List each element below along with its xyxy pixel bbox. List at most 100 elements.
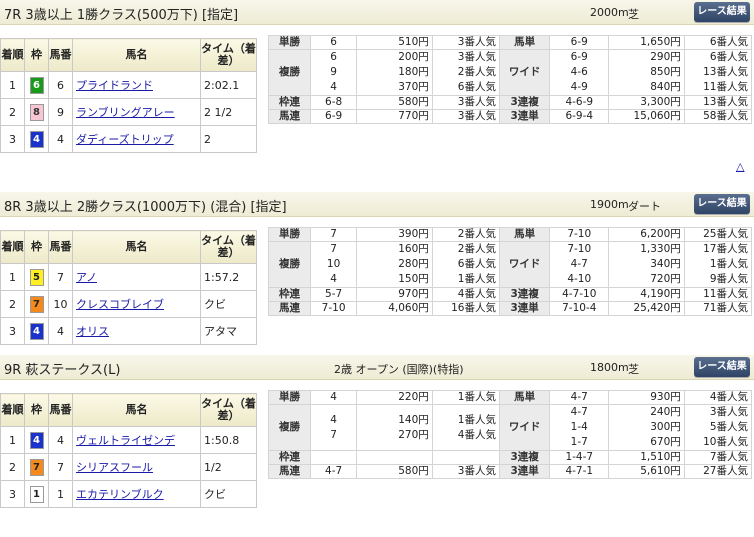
payout-row-bracket: 枠連 6-8 580円 3番人気 3連複 4-6-9 3,300円 13番人気 <box>268 95 753 110</box>
frame-badge: 4 <box>29 130 44 148</box>
finish-time: 2:02.1 <box>200 71 257 99</box>
quinella-amount: 580円 <box>356 464 433 479</box>
horse-name-link[interactable]: シリアスフール <box>76 461 153 474</box>
horse-name-link[interactable]: ダディーズトリップ <box>76 133 174 146</box>
win-combo: 7 <box>309 227 358 242</box>
frame-badge: 5 <box>29 268 44 286</box>
payout-table: 単勝 6 510円 3番人気 馬単 6-9 1,650円 6番人気 複勝 6 9… <box>268 35 753 124</box>
race-results-button[interactable]: レース結果 <box>694 357 750 377</box>
place-combos: 7 10 4 <box>309 241 358 288</box>
number-header: 馬番 <box>48 38 73 72</box>
exacta-combo: 4-7 <box>549 390 610 405</box>
trio-combo: 1-4-7 <box>549 450 610 465</box>
horse-name-cell: ダディーズトリップ <box>72 125 201 153</box>
race-distance: 1800m <box>590 361 629 374</box>
horse-name-link[interactable]: エカテリンブルク <box>76 488 164 501</box>
finish-position: 1 <box>0 263 25 291</box>
frame-badge: 4 <box>29 431 44 449</box>
wide-popularity: 17番人気 1番人気 9番人気 <box>683 241 753 288</box>
time-header: タイム（着差） <box>200 230 257 264</box>
win-amount: 510円 <box>356 35 433 50</box>
exacta-label: 馬単 <box>498 227 551 242</box>
trifecta-combo: 6-9-4 <box>549 109 610 124</box>
horse-number: 4 <box>48 317 73 345</box>
bracket-popularity: 4番人気 <box>431 287 500 302</box>
wide-popularity: 6番人気 13番人気 11番人気 <box>683 49 753 96</box>
win-combo: 4 <box>309 390 358 405</box>
win-amount: 220円 <box>356 390 433 405</box>
quinella-popularity: 3番人気 <box>431 109 500 124</box>
horse-header: 馬名 <box>72 230 201 264</box>
quinella-combo: 7-10 <box>309 301 358 316</box>
bracket-combo: 5-7 <box>309 287 358 302</box>
horse-number: 4 <box>48 125 73 153</box>
quinella-combo: 4-7 <box>309 464 358 479</box>
horse-name-cell: エカテリンブルク <box>72 480 201 508</box>
horse-number: 6 <box>48 71 73 99</box>
place-popularity: 3番人気 2番人気 6番人気 <box>431 49 500 96</box>
horse-name-link[interactable]: クレスコブレイブ <box>76 298 164 311</box>
horse-name-cell: プライドランド <box>72 71 201 99</box>
bracket-popularity <box>431 450 500 465</box>
horse-name-cell: オリス <box>72 317 201 345</box>
payout-row-win: 単勝 6 510円 3番人気 馬単 6-9 1,650円 6番人気 <box>268 35 753 50</box>
frame-badge: 6 <box>29 76 44 94</box>
payout-table: 単勝 4 220円 1番人気 馬単 4-7 930円 4番人気 複勝 4 7 1… <box>268 390 753 479</box>
horse-number: 1 <box>48 480 73 508</box>
frame-cell: 5 <box>24 263 49 291</box>
exacta-combo: 6-9 <box>549 35 610 50</box>
result-row: 2 7 10 クレスコブレイブ クビ <box>0 290 257 318</box>
finish-position: 2 <box>0 453 25 481</box>
finish-time: クビ <box>200 290 257 318</box>
finish-position: 1 <box>0 71 25 99</box>
race-title: 8R 3歳以上 2勝クラス(1000万下) (混合) [指定] <box>4 200 287 215</box>
exacta-popularity: 6番人気 <box>683 35 753 50</box>
number-header: 馬番 <box>48 393 73 427</box>
finish-header: 着順 <box>0 393 25 427</box>
race-results-button[interactable]: レース結果 <box>694 194 750 214</box>
horse-name-link[interactable]: アノ <box>76 271 97 284</box>
results-header-row: 着順 枠 馬番 馬名 タイム（着差） <box>0 393 257 427</box>
payout-row-win: 単勝 7 390円 2番人気 馬単 7-10 6,200円 25番人気 <box>268 227 753 242</box>
trifecta-popularity: 71番人気 <box>683 301 753 316</box>
trifecta-combo: 7-10-4 <box>549 301 610 316</box>
win-combo: 6 <box>309 35 358 50</box>
win-label: 単勝 <box>268 35 311 50</box>
horse-name-link[interactable]: オリス <box>76 325 109 338</box>
exacta-combo: 7-10 <box>549 227 610 242</box>
trio-popularity: 11番人気 <box>683 287 753 302</box>
payout-table: 単勝 7 390円 2番人気 馬単 7-10 6,200円 25番人気 複勝 7… <box>268 227 753 316</box>
race-results-button[interactable]: レース結果 <box>694 2 750 22</box>
exacta-amount: 6,200円 <box>608 227 685 242</box>
trio-label: 3連複 <box>498 287 551 302</box>
finish-header: 着順 <box>0 38 25 72</box>
payout-row-quinella: 馬連 6-9 770円 3番人気 3連単 6-9-4 15,060円 58番人気 <box>268 109 753 124</box>
horse-name-cell: アノ <box>72 263 201 291</box>
trio-combo: 4-6-9 <box>549 95 610 110</box>
trifecta-amount: 5,610円 <box>608 464 685 479</box>
quinella-combo: 6-9 <box>309 109 358 124</box>
scroll-up-icon[interactable]: △ <box>736 160 744 173</box>
win-popularity: 1番人気 <box>431 390 500 405</box>
frame-badge: 1 <box>29 485 44 503</box>
quinella-amount: 4,060円 <box>356 301 433 316</box>
results-header-row: 着順 枠 馬番 馬名 タイム（着差） <box>0 38 257 72</box>
finish-position: 3 <box>0 317 25 345</box>
results-table: 着順 枠 馬番 馬名 タイム（着差） 1 4 4 ヴェルトライゼンデ 1:50.8 27… <box>0 393 257 508</box>
horse-name-link[interactable]: ランブリングアレー <box>76 106 175 119</box>
frame-header: 枠 <box>24 230 49 264</box>
trifecta-popularity: 27番人気 <box>683 464 753 479</box>
race-header: 7R 3歳以上 1勝クラス(500万下) [指定] 2000m 芝 レース結果 <box>0 0 754 25</box>
finish-time: 1:50.8 <box>200 426 257 454</box>
finish-time: 1/2 <box>200 453 257 481</box>
race-surface: ダート <box>628 200 661 213</box>
horse-name-link[interactable]: ヴェルトライゼンデ <box>76 434 175 447</box>
place-popularity: 2番人気 6番人気 1番人気 <box>431 241 500 288</box>
race-title: 9R 萩ステークス(L) <box>4 363 121 378</box>
bracket-combo <box>309 450 358 465</box>
horse-name-link[interactable]: プライドランド <box>76 79 153 92</box>
result-row: 3 4 4 ダディーズトリップ 2 <box>0 125 257 153</box>
place-amounts: 140円 270円 <box>356 404 433 451</box>
frame-header: 枠 <box>24 393 49 427</box>
frame-cell: 1 <box>24 480 49 508</box>
